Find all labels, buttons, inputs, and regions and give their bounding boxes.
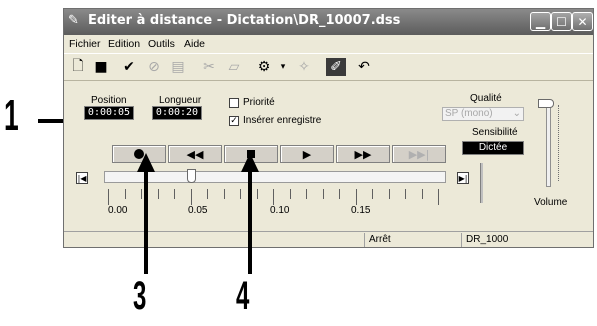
- position-counter: 0:00:05: [84, 106, 134, 120]
- go-start-button[interactable]: |◀: [76, 172, 88, 184]
- cut-icon[interactable]: ✂: [199, 58, 219, 76]
- wrench-icon[interactable]: ✐: [326, 58, 346, 76]
- length-counter: 0:00:20: [152, 106, 202, 120]
- status-cell-empty: [64, 233, 364, 247]
- timeline-label-2: 0.10: [270, 205, 290, 216]
- fast-forward-button[interactable]: ▶▶: [336, 145, 390, 163]
- play-button[interactable]: ▶: [280, 145, 334, 163]
- new-icon[interactable]: 🗋: [68, 58, 88, 76]
- skip-end-button[interactable]: ▶▶|: [392, 145, 446, 163]
- timeline-minor-tick: [372, 189, 373, 199]
- timeline-minor-tick: [388, 189, 390, 199]
- quality-label: Qualité: [470, 93, 502, 104]
- timeline-minor-tick: [405, 189, 406, 199]
- timeline-minor-tick: [339, 189, 340, 199]
- sensitivity-value[interactable]: Dictée: [462, 141, 524, 155]
- go-end-button[interactable]: ▶|: [457, 172, 469, 184]
- skip-end-small-icon: ▶|: [458, 174, 468, 183]
- dropdown-icon[interactable]: ▾: [273, 58, 293, 76]
- status-state: Arrêt: [364, 233, 461, 247]
- timeline-major-tick: [438, 189, 439, 205]
- timeline-minor-tick: [322, 189, 324, 199]
- settings-icon[interactable]: ⚙: [254, 58, 274, 76]
- volume-thumb[interactable]: [538, 99, 554, 108]
- timeline-minor-tick: [157, 189, 159, 199]
- maximize-icon[interactable]: ☐: [551, 12, 572, 31]
- position-label: Position: [91, 95, 127, 106]
- book-icon[interactable]: ▤: [168, 58, 188, 76]
- timeline-minor-tick: [174, 189, 175, 199]
- callout-3: 3: [133, 274, 147, 318]
- priority-checkbox[interactable]: [229, 98, 239, 108]
- close-icon[interactable]: ✕: [572, 12, 593, 31]
- minimize-icon[interactable]: ▁: [530, 12, 551, 31]
- insert-record-label: Insérer enregistre: [243, 115, 322, 126]
- sparkle-icon[interactable]: ✧: [294, 58, 314, 76]
- callout-3-arrow: [137, 153, 155, 274]
- chevron-down-icon: ⌄: [512, 108, 521, 119]
- quality-selected: SP (mono): [445, 108, 493, 119]
- timeline-minor-tick: [421, 189, 423, 199]
- timeline-major-tick: [190, 189, 192, 205]
- timeline-major-tick: [108, 189, 109, 205]
- rewind-icon: ◀◀: [186, 147, 204, 161]
- volume-scale: [558, 105, 560, 181]
- callout-1: 1: [4, 91, 19, 140]
- timeline-label-0: 0.00: [108, 205, 128, 216]
- undo-icon[interactable]: ↶: [354, 58, 374, 76]
- menu-bar: Fichier Edition Outils Aide: [64, 35, 593, 53]
- menu-outils[interactable]: Outils: [148, 38, 175, 50]
- insert-record-checkbox[interactable]: ✓: [229, 116, 239, 126]
- menu-fichier[interactable]: Fichier: [69, 38, 101, 50]
- timeline-thumb[interactable]: [186, 169, 196, 183]
- timeline-major-tick: [355, 189, 357, 205]
- skip-end-icon: ▶▶|: [408, 147, 430, 161]
- timeline-label-3: 0.15: [351, 205, 371, 216]
- volume-track[interactable]: [546, 103, 551, 187]
- sensitivity-label: Sensibilité: [472, 127, 518, 138]
- quality-select[interactable]: SP (mono) ⌄: [442, 107, 524, 121]
- menu-edition[interactable]: Edition: [108, 38, 140, 50]
- priority-label: Priorité: [243, 97, 275, 108]
- save-icon[interactable]: ■: [91, 58, 111, 76]
- volume-label: Volume: [534, 197, 568, 208]
- skip-start-icon: |◀: [77, 174, 87, 183]
- paste-icon[interactable]: ▱: [224, 58, 244, 76]
- menu-aide[interactable]: Aide: [184, 38, 205, 50]
- status-file: DR_1000: [461, 233, 593, 247]
- title-bar[interactable]: ✎ Editer à distance - Dictation\DR_10007…: [64, 9, 593, 35]
- timeline-minor-tick: [124, 189, 126, 199]
- toolbar: 🗋 ■ ✔ ⊘ ▤ ✂ ▱ ⚙ ▾ ✧ ✐ ↶: [64, 53, 593, 81]
- rewind-button[interactable]: ◀◀: [168, 145, 222, 163]
- timeline-minor-tick: [306, 189, 307, 199]
- timeline-minor-tick: [223, 189, 225, 199]
- sensitivity-slider[interactable]: [480, 163, 483, 203]
- timeline-major-tick: [273, 189, 274, 205]
- window-title: Editer à distance - Dictation\DR_10007.d…: [88, 13, 401, 28]
- timeline-label-1: 0.05: [188, 205, 208, 216]
- callout-4: 4: [236, 274, 250, 318]
- callout-4-arrow: [241, 153, 259, 274]
- fast-forward-icon: ▶▶: [354, 147, 372, 161]
- timeline-minor-tick: [207, 189, 208, 199]
- cancel-icon[interactable]: ⊘: [144, 58, 164, 76]
- play-icon: ▶: [302, 147, 312, 161]
- check-icon[interactable]: ✔: [119, 58, 139, 76]
- timeline-minor-tick: [289, 189, 291, 199]
- pen-icon: ✎: [68, 13, 79, 28]
- length-label: Longueur: [159, 95, 202, 106]
